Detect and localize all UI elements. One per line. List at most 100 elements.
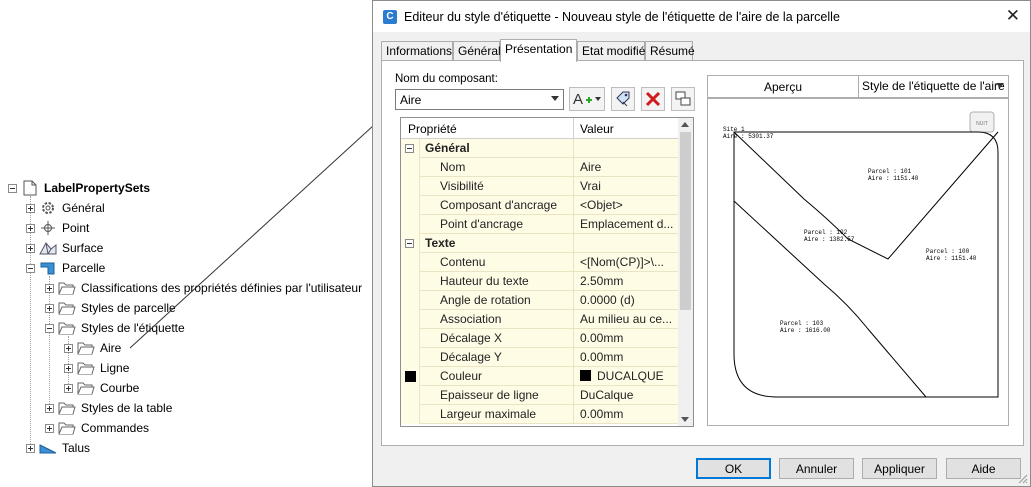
draw-order-button[interactable]: [671, 87, 695, 111]
expand-icon[interactable]: [26, 203, 35, 213]
tree-item-courbe[interactable]: Courbe: [64, 378, 139, 398]
property-row-visibilite[interactable]: Visibilité Vrai: [401, 177, 679, 196]
component-name-select[interactable]: Aire: [395, 89, 564, 110]
help-button[interactable]: Aide: [946, 458, 1021, 479]
tab-general[interactable]: Général: [453, 41, 501, 61]
svg-text:A: A: [573, 91, 583, 108]
tree-item-parcelle[interactable]: Parcelle: [26, 258, 105, 278]
copy-component-button[interactable]: [611, 87, 635, 111]
folder-icon: [58, 280, 76, 296]
property-value[interactable]: 2.50mm: [573, 272, 679, 291]
property-value[interactable]: Aire: [573, 158, 679, 177]
tab-etat-modifie[interactable]: Etat modifié: [577, 41, 645, 61]
property-value[interactable]: Emplacement d...: [573, 215, 679, 234]
property-row-nom[interactable]: Nom Aire: [401, 158, 679, 177]
tree-item-commandes[interactable]: Commandes: [45, 418, 149, 438]
expand-icon[interactable]: [26, 223, 35, 233]
surface-icon: [39, 240, 57, 256]
collapse-icon[interactable]: [405, 144, 414, 153]
tree-item-surface[interactable]: Surface: [26, 238, 103, 258]
property-value[interactable]: 0.00mm: [573, 405, 679, 424]
tree-item-label: Styles de l'étiquette: [81, 321, 185, 335]
column-divider[interactable]: [573, 118, 574, 139]
column-value-header: Valeur: [580, 122, 614, 136]
collapse-icon[interactable]: [405, 239, 414, 248]
preview-pane: NUIT Site 1 Aire : 5301.37 Parcel : 101 …: [707, 98, 1009, 426]
scroll-down-icon[interactable]: [681, 417, 689, 422]
parcel-label-area: Aire : 1151.40: [926, 255, 977, 262]
expand-icon[interactable]: [64, 383, 73, 393]
collapse-icon[interactable]: [8, 183, 17, 193]
property-grid-scrollbar[interactable]: [678, 118, 693, 426]
expand-icon[interactable]: [45, 303, 54, 313]
property-value[interactable]: DuCalque: [573, 386, 679, 405]
category-row-general[interactable]: Général: [401, 139, 679, 158]
expand-icon[interactable]: [64, 343, 73, 353]
folder-icon: [77, 380, 95, 396]
property-row-angle-rotation[interactable]: Angle de rotation 0.0000 (d): [401, 291, 679, 310]
tree-item-point[interactable]: Point: [26, 218, 89, 238]
tree-item-styles-etiquette[interactable]: Styles de l'étiquette: [45, 318, 185, 338]
tree-item-classifications[interactable]: Classifications des propriétés définies …: [45, 278, 362, 298]
scroll-thumb[interactable]: [680, 132, 691, 310]
component-name-label: Nom du composant:: [395, 73, 498, 85]
collapse-icon[interactable]: [26, 263, 35, 273]
color-value-text: DUCALQUE: [597, 369, 664, 383]
expand-icon[interactable]: [45, 403, 54, 413]
dialog-title: Editeur du style d'étiquette - Nouveau s…: [404, 9, 840, 24]
property-row-decalage-y[interactable]: Décalage Y 0.00mm: [401, 348, 679, 367]
property-row-largeur-maximale[interactable]: Largeur maximale 0.00mm: [401, 405, 679, 424]
tree-item-talus[interactable]: Talus: [26, 438, 90, 458]
property-value[interactable]: <Objet>: [573, 196, 679, 215]
property-value[interactable]: 0.00mm: [573, 348, 679, 367]
apply-button[interactable]: Appliquer: [862, 458, 937, 479]
document-icon: [21, 180, 39, 196]
property-value[interactable]: DUCALQUE: [573, 367, 679, 386]
tree-item-styles-parcelle[interactable]: Styles de parcelle: [45, 298, 176, 318]
tab-presentation[interactable]: Présentation: [500, 39, 577, 62]
ok-button[interactable]: OK: [696, 458, 771, 479]
property-row-association[interactable]: Association Au milieu au ce...: [401, 310, 679, 329]
tree-item-label: Surface: [62, 241, 104, 255]
property-value[interactable]: Au milieu au ce...: [573, 310, 679, 329]
property-row-composant-ancrage[interactable]: Composant d'ancrage <Objet>: [401, 196, 679, 215]
delete-icon: [645, 91, 661, 107]
parcel-label-name: Parcel : 100: [926, 248, 970, 255]
tab-resume[interactable]: Résumé: [645, 41, 695, 61]
tree-item-general[interactable]: Général: [26, 198, 105, 218]
property-name: Couleur: [419, 367, 573, 386]
preview-header: Aperçu Style de l'étiquette de l'aire: [707, 75, 1009, 98]
delete-component-button[interactable]: [641, 87, 665, 111]
property-row-point-ancrage[interactable]: Point d'ancrage Emplacement d...: [401, 215, 679, 234]
preview-style-select[interactable]: Style de l'étiquette de l'aire: [858, 76, 1008, 97]
tree-item-label: Styles de la table: [81, 401, 173, 415]
collapse-icon[interactable]: [45, 323, 54, 333]
property-row-hauteur-texte[interactable]: Hauteur du texte 2.50mm: [401, 272, 679, 291]
category-row-texte[interactable]: Texte: [401, 234, 679, 253]
property-value[interactable]: <[Nom(CP)]>\...: [573, 253, 679, 272]
property-row-contenu[interactable]: Contenu <[Nom(CP)]>\...: [401, 253, 679, 272]
tab-informations[interactable]: Informations: [381, 41, 453, 61]
property-value[interactable]: 0.00mm: [573, 329, 679, 348]
expand-icon[interactable]: [45, 283, 54, 293]
resize-grip-icon[interactable]: [1018, 474, 1028, 484]
add-component-button[interactable]: A: [569, 87, 605, 111]
property-value[interactable]: 0.0000 (d): [573, 291, 679, 310]
scroll-up-icon[interactable]: [681, 122, 689, 127]
category-label: Général: [419, 139, 573, 158]
property-row-decalage-x[interactable]: Décalage X 0.00mm: [401, 329, 679, 348]
expand-icon[interactable]: [26, 443, 35, 453]
expand-icon[interactable]: [26, 243, 35, 253]
property-row-epaisseur-ligne[interactable]: Epaisseur de ligne DuCalque: [401, 386, 679, 405]
cancel-button[interactable]: Annuler: [779, 458, 854, 479]
property-row-couleur[interactable]: Couleur DUCALQUE: [401, 367, 679, 386]
expand-icon[interactable]: [45, 423, 54, 433]
tree-item-aire[interactable]: Aire: [64, 338, 121, 358]
tree-root[interactable]: LabelPropertySets: [8, 178, 150, 198]
expand-icon[interactable]: [64, 363, 73, 373]
tree-item-styles-table[interactable]: Styles de la table: [45, 398, 172, 418]
tree-item-ligne[interactable]: Ligne: [64, 358, 129, 378]
close-icon[interactable]: ✕: [1006, 7, 1020, 24]
property-value[interactable]: Vrai: [573, 177, 679, 196]
parcel-label-area: Aire : 5301.37: [723, 133, 774, 140]
